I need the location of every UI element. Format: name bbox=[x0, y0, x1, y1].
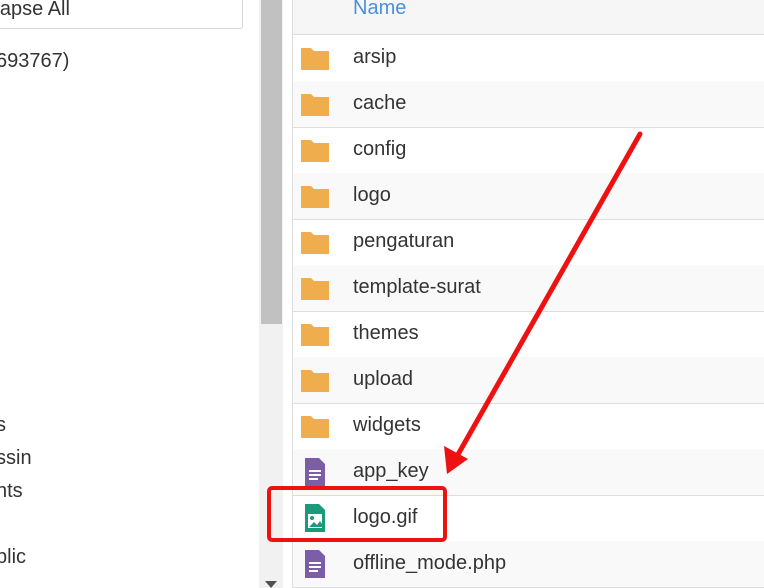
file-row[interactable]: logo bbox=[293, 173, 764, 220]
file-name[interactable]: app_key bbox=[353, 460, 429, 483]
file-name[interactable]: cache bbox=[353, 92, 406, 115]
file-row[interactable]: app_key bbox=[293, 449, 764, 496]
file-row[interactable]: pengaturan bbox=[293, 219, 764, 266]
folder-icon bbox=[299, 182, 331, 210]
file-row[interactable]: widgets bbox=[293, 403, 764, 450]
folder-icon bbox=[299, 320, 331, 348]
name-column-header[interactable]: Name bbox=[353, 0, 406, 20]
file-name[interactable]: logo bbox=[353, 184, 391, 207]
file-name[interactable]: pengaturan bbox=[353, 230, 454, 253]
scrollbar-thumb[interactable] bbox=[261, 0, 282, 324]
file-row[interactable]: themes bbox=[293, 311, 764, 358]
tree-panel: llapse All 693767) s ssin nts blic bbox=[0, 0, 259, 588]
folder-icon bbox=[299, 366, 331, 394]
image-file-icon bbox=[299, 504, 331, 532]
file-row[interactable]: offline_mode.php bbox=[293, 541, 764, 588]
file-row[interactable]: cache bbox=[293, 81, 764, 128]
file-list-panel: Name arsip cache config logo pengaturan templ… bbox=[292, 0, 764, 588]
file-name[interactable]: template-surat bbox=[353, 276, 481, 299]
folder-icon bbox=[299, 90, 331, 118]
collapse-all-button[interactable]: llapse All bbox=[0, 0, 243, 29]
tree-scrollbar[interactable] bbox=[259, 0, 283, 588]
folder-icon bbox=[299, 228, 331, 256]
tree-item[interactable]: nts bbox=[0, 480, 23, 503]
tree-root-label[interactable]: 693767) bbox=[0, 50, 69, 73]
folder-icon bbox=[299, 274, 331, 302]
file-name[interactable]: offline_mode.php bbox=[353, 552, 506, 575]
file-row[interactable]: logo.gif bbox=[293, 495, 764, 542]
file-row[interactable]: arsip bbox=[293, 35, 764, 82]
file-name[interactable]: upload bbox=[353, 368, 413, 391]
file-name[interactable]: config bbox=[353, 138, 406, 161]
file-list-header: Name bbox=[293, 0, 764, 35]
text-file-icon bbox=[299, 550, 331, 578]
file-name[interactable]: widgets bbox=[353, 414, 421, 437]
scroll-down-arrow-icon[interactable] bbox=[265, 581, 277, 588]
file-name[interactable]: themes bbox=[353, 322, 419, 345]
file-row[interactable]: upload bbox=[293, 357, 764, 404]
file-name[interactable]: logo.gif bbox=[353, 506, 418, 529]
folder-icon bbox=[299, 44, 331, 72]
file-row[interactable]: template-surat bbox=[293, 265, 764, 312]
tree-item[interactable]: ssin bbox=[0, 447, 32, 470]
file-row[interactable]: config bbox=[293, 127, 764, 174]
file-name[interactable]: arsip bbox=[353, 46, 396, 69]
tree-item[interactable]: s bbox=[0, 414, 6, 437]
tree-item[interactable]: blic bbox=[0, 546, 26, 569]
folder-icon bbox=[299, 412, 331, 440]
folder-icon bbox=[299, 136, 331, 164]
text-file-icon bbox=[299, 458, 331, 486]
